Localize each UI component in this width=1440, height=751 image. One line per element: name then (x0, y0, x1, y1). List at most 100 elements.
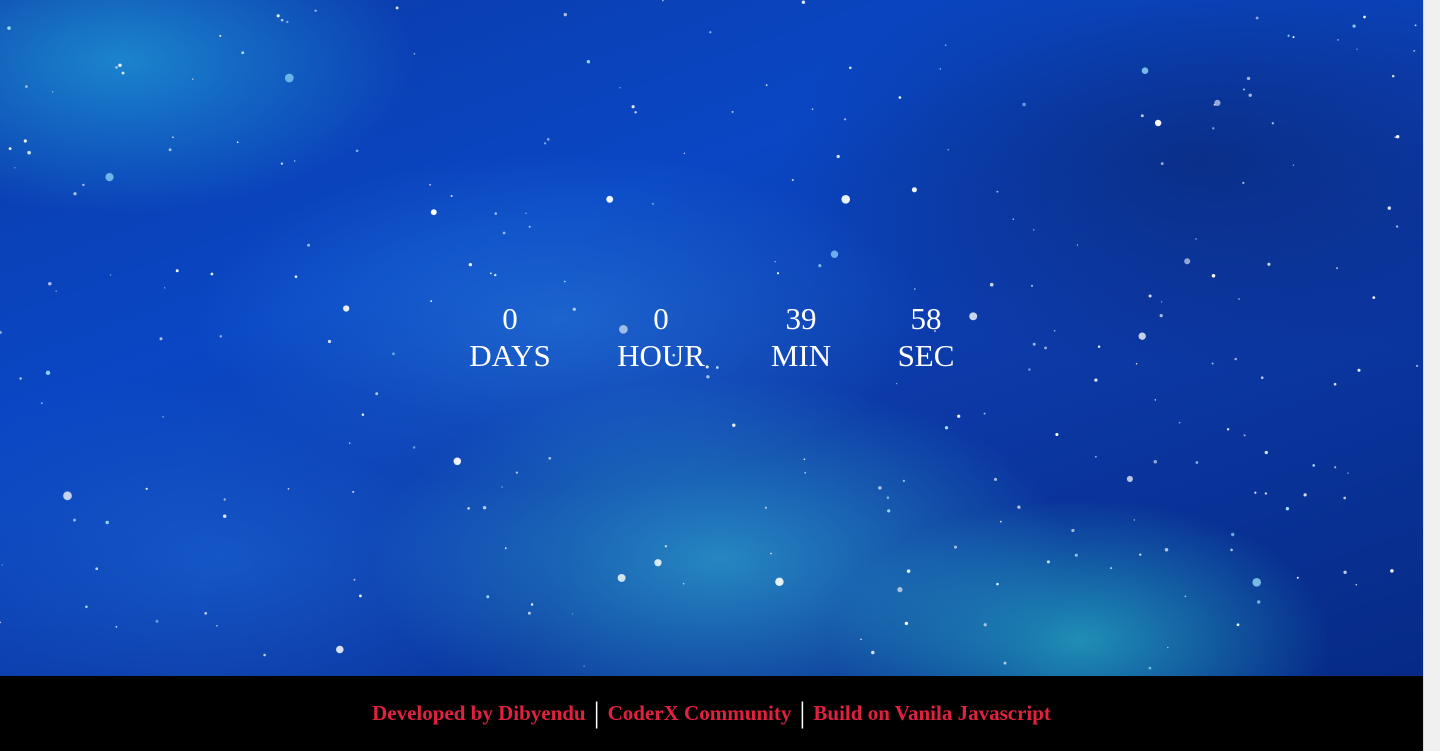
star (286, 20, 289, 24)
star (887, 509, 891, 513)
star (1094, 378, 1098, 382)
star (664, 545, 668, 548)
star (1347, 472, 1349, 474)
star (63, 491, 72, 501)
star (654, 559, 662, 567)
star (1074, 553, 1078, 557)
star (1357, 368, 1361, 372)
star (1372, 296, 1376, 299)
star (1195, 238, 1197, 240)
star (1154, 399, 1157, 401)
star (860, 638, 862, 641)
star (1153, 460, 1158, 464)
star (1133, 519, 1136, 521)
star (969, 312, 978, 321)
star (886, 496, 890, 500)
star (1292, 36, 1295, 39)
star (216, 624, 218, 627)
starfield (0, 0, 1419, 670)
star (1012, 218, 1015, 220)
star (192, 78, 194, 80)
star (804, 471, 807, 474)
star (1264, 492, 1268, 495)
star (105, 172, 114, 182)
star (1333, 382, 1337, 386)
star (355, 149, 359, 153)
star (1292, 164, 1295, 166)
star (1097, 345, 1101, 349)
seconds-value: 58 (910, 301, 942, 336)
star (1031, 284, 1033, 287)
star (1135, 362, 1138, 365)
star (791, 178, 794, 182)
star (1148, 294, 1152, 298)
star (1260, 376, 1264, 380)
star (841, 194, 851, 204)
developer-link[interactable]: Developed by Dibyendu (372, 701, 586, 726)
star (1234, 357, 1238, 361)
star (1396, 135, 1400, 139)
community-link[interactable]: CoderX Community (608, 701, 792, 726)
footer: Developed by Dibyendu | CoderX Community… (0, 676, 1423, 751)
star (1141, 67, 1149, 74)
star (222, 514, 227, 518)
star (395, 6, 399, 10)
star (263, 653, 266, 657)
star (954, 545, 957, 549)
star (996, 582, 999, 586)
star (836, 154, 840, 159)
star (1336, 267, 1338, 270)
star (490, 272, 492, 275)
star (1255, 16, 1259, 20)
star (530, 603, 534, 606)
star (1076, 244, 1079, 246)
star (85, 605, 88, 608)
star (572, 307, 576, 311)
star (1264, 450, 1268, 455)
star (210, 272, 214, 276)
build-info-link[interactable]: Build on Vanila Javascript (813, 701, 1051, 726)
star (803, 458, 806, 461)
star (1231, 532, 1235, 537)
star (413, 52, 416, 55)
star (1154, 119, 1162, 127)
star (1391, 74, 1395, 78)
star (121, 71, 125, 75)
star (571, 613, 574, 615)
star (1242, 88, 1246, 91)
star (412, 446, 416, 449)
star (1211, 274, 1216, 278)
star (280, 162, 284, 165)
star (145, 487, 148, 490)
vertical-scrollbar[interactable] (1423, 0, 1440, 751)
star (109, 274, 112, 276)
star (40, 402, 43, 405)
minutes-label: MIN (770, 338, 832, 373)
star (1246, 76, 1251, 81)
star (280, 18, 284, 22)
star (993, 477, 998, 481)
star (352, 490, 355, 493)
star (999, 520, 1002, 523)
star (944, 426, 949, 430)
star (494, 273, 497, 277)
star (392, 352, 395, 356)
star (843, 118, 847, 121)
star (1267, 262, 1271, 266)
star (1343, 570, 1347, 574)
star (241, 51, 245, 55)
star (1184, 595, 1187, 598)
star (468, 262, 473, 267)
star (818, 264, 822, 268)
star (0, 330, 2, 334)
star (904, 621, 909, 626)
star (631, 105, 635, 109)
star (1126, 475, 1133, 482)
star (528, 225, 531, 228)
star (662, 0, 664, 2)
star (1356, 48, 1358, 50)
star (25, 85, 28, 88)
star (429, 183, 431, 186)
minutes-value: 39 (785, 301, 817, 336)
star (527, 611, 531, 615)
